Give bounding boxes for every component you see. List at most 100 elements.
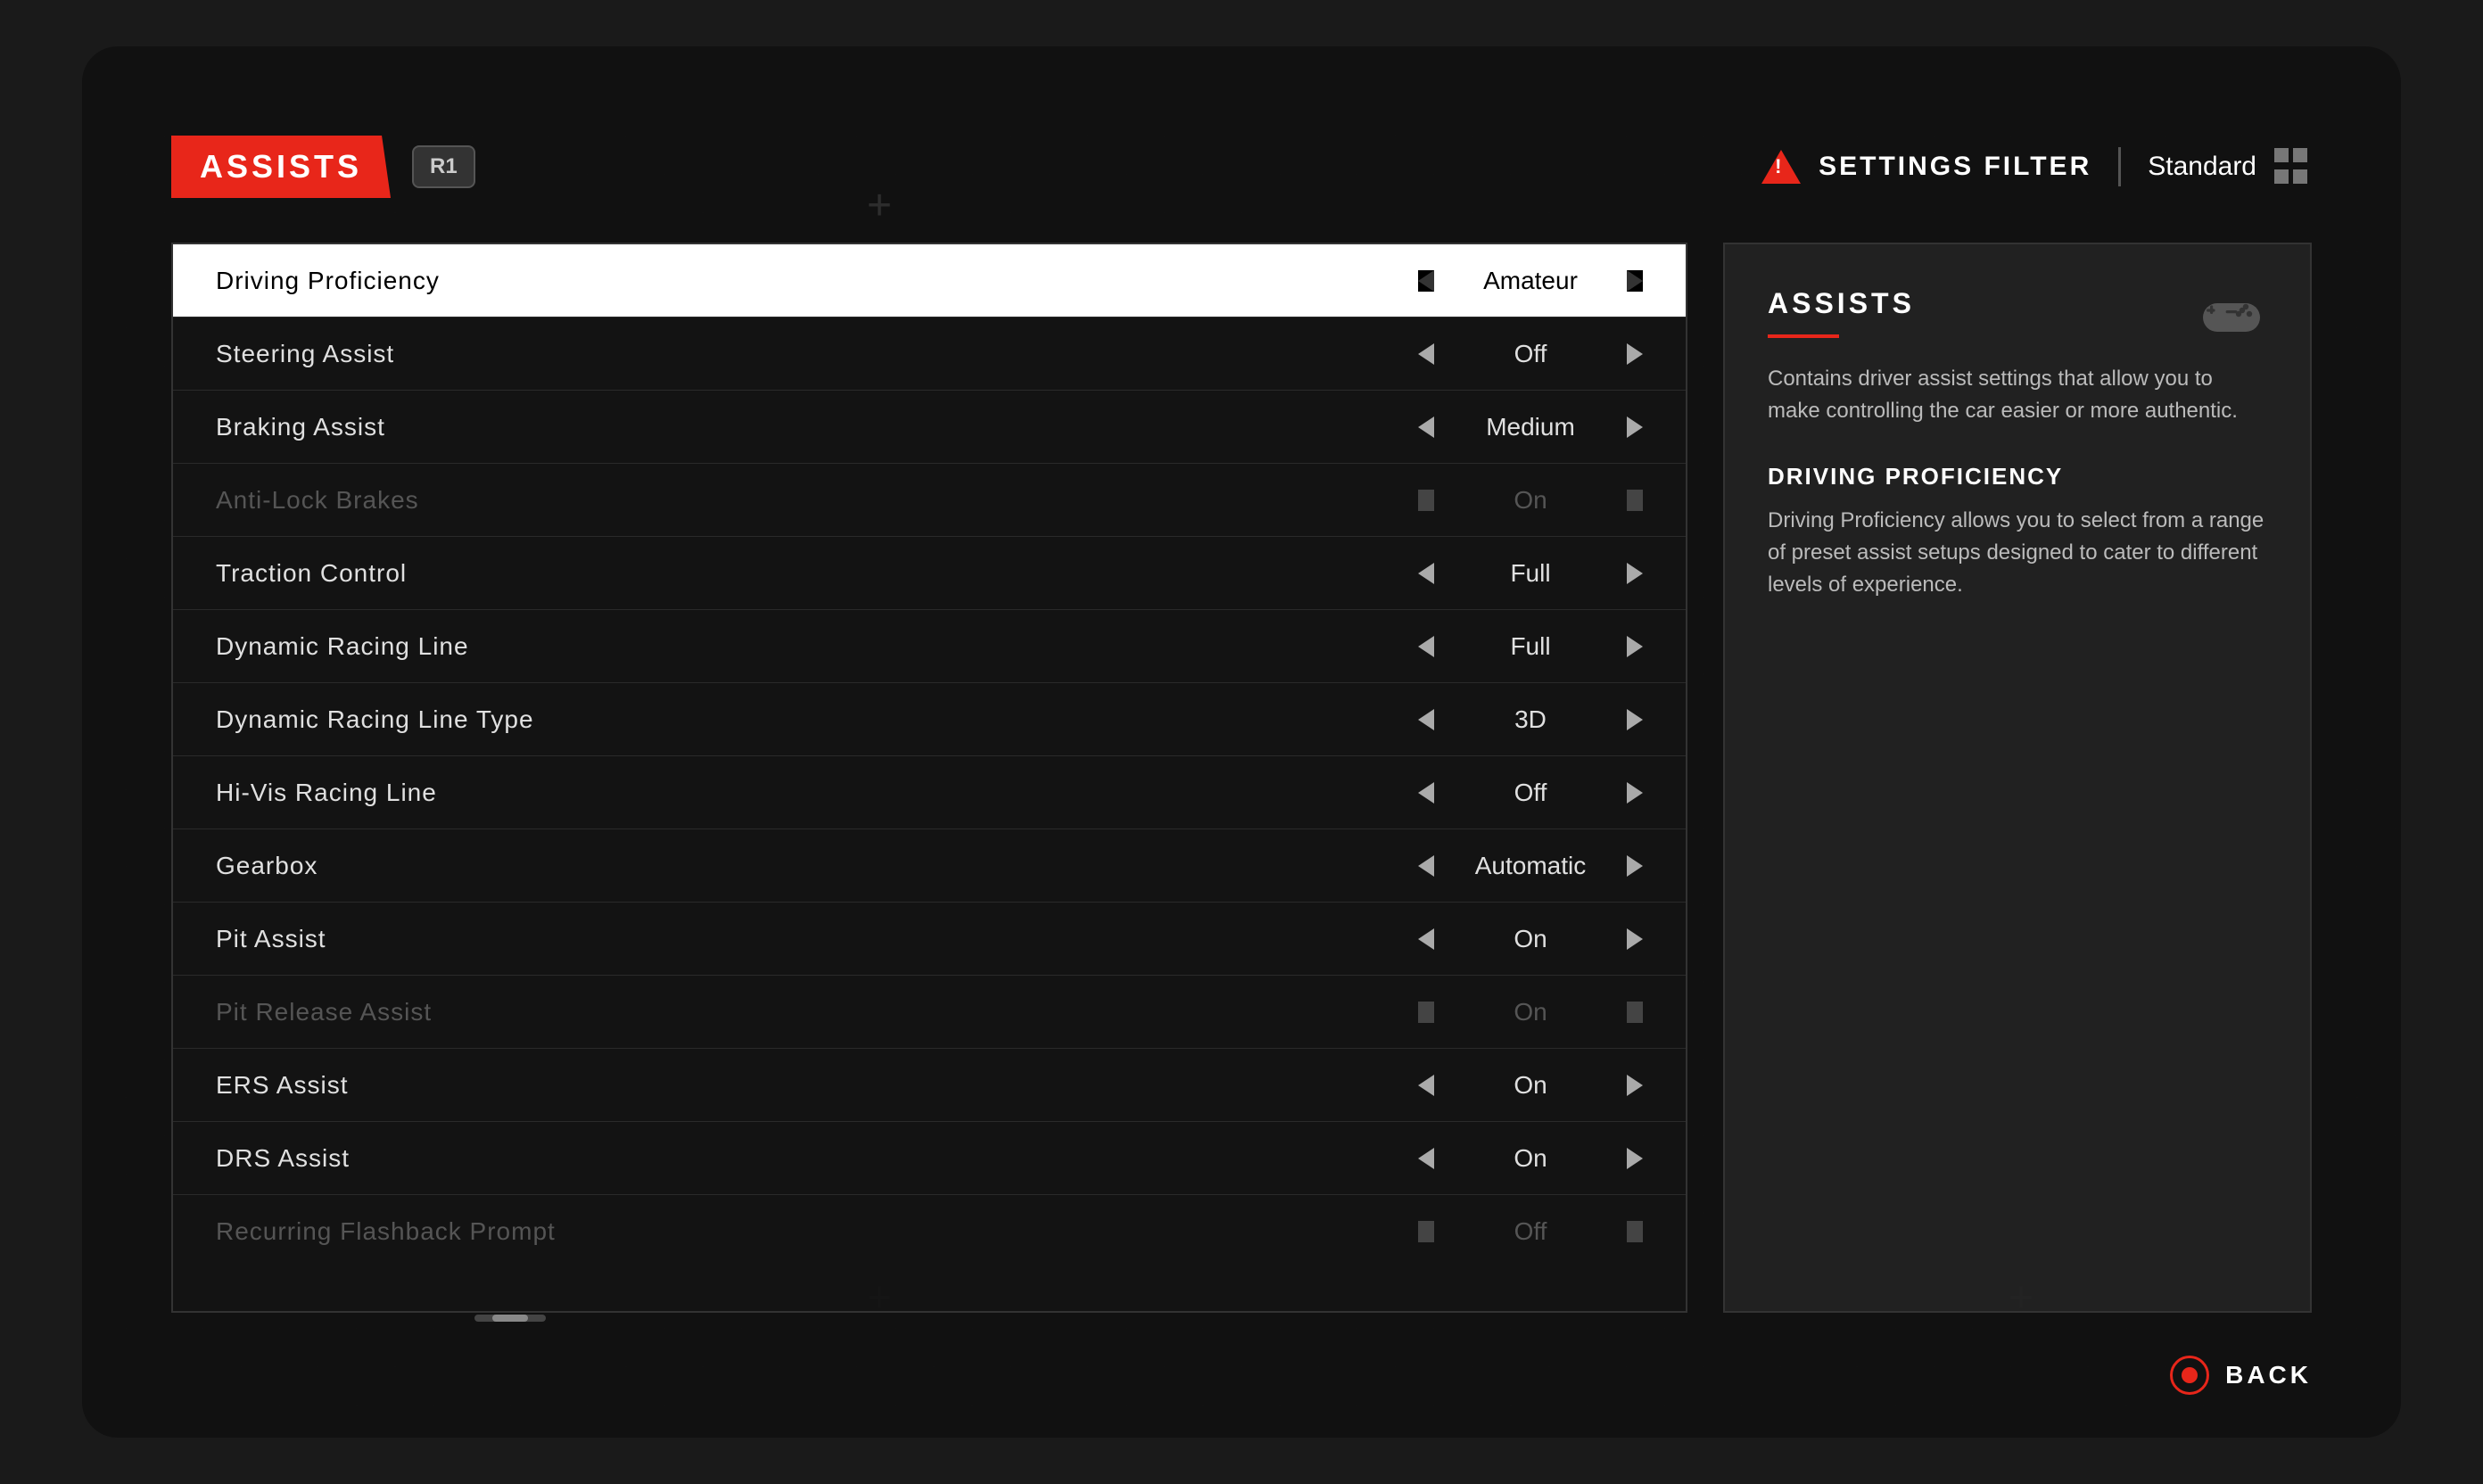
- arrow-right-icon: [1627, 343, 1643, 365]
- back-button-icon: [2170, 1356, 2209, 1395]
- row-value: Full: [1450, 632, 1611, 661]
- row-value: Amateur: [1450, 267, 1611, 295]
- row-label: Braking Assist: [216, 413, 385, 441]
- row-controls: Automatic: [1418, 852, 1643, 880]
- table-row[interactable]: Steering Assist Off: [173, 317, 1686, 391]
- row-controls: Amateur: [1418, 267, 1643, 295]
- arrow-left-icon: [1418, 1002, 1434, 1023]
- arrow-left-icon: [1418, 490, 1434, 511]
- header: ASSISTS R1 SETTINGS FILTER Standard: [171, 136, 2312, 198]
- table-row[interactable]: Driving Proficiency Amateur: [173, 244, 1686, 317]
- row-value: Off: [1450, 340, 1611, 368]
- table-row[interactable]: Hi-Vis Racing Line Off: [173, 756, 1686, 829]
- row-label: Driving Proficiency: [216, 267, 440, 295]
- back-button-label[interactable]: BACK: [2225, 1361, 2312, 1389]
- row-value: Medium: [1450, 413, 1611, 441]
- table-row[interactable]: ERS Assist On: [173, 1049, 1686, 1122]
- arrow-right-icon: [1627, 270, 1643, 292]
- row-controls: Off: [1418, 340, 1643, 368]
- table-row: Recurring Flashback Prompt Off: [173, 1195, 1686, 1268]
- settings-panel: Driving Proficiency Amateur Steering Ass…: [171, 243, 1687, 1313]
- row-controls: Full: [1418, 559, 1643, 588]
- arrow-right-icon: [1627, 636, 1643, 657]
- row-controls: On: [1418, 925, 1643, 953]
- table-row[interactable]: Pit Assist On: [173, 903, 1686, 976]
- settings-filter-value: Standard: [2148, 152, 2256, 182]
- table-row[interactable]: Dynamic Racing Line Type 3D: [173, 683, 1686, 756]
- row-value: On: [1450, 998, 1611, 1026]
- arrow-left-icon: [1418, 343, 1434, 365]
- info-header: ASSISTS Contains driver assist settings …: [1768, 287, 2267, 463]
- arrow-right-icon: [1627, 1075, 1643, 1096]
- footer: BACK: [2170, 1356, 2312, 1395]
- arrow-right-icon: [1627, 709, 1643, 730]
- info-panel-title: ASSISTS: [1768, 287, 2267, 320]
- arrow-left-icon: [1418, 1148, 1434, 1169]
- row-controls: Full: [1418, 632, 1643, 661]
- arrow-left-icon: [1418, 416, 1434, 438]
- arrow-right-icon: [1627, 490, 1643, 511]
- row-value: On: [1450, 1144, 1611, 1173]
- row-value: 3D: [1450, 705, 1611, 734]
- row-controls: Off: [1418, 1217, 1643, 1246]
- row-controls: On: [1418, 486, 1643, 515]
- info-panel: ASSISTS Contains driver assist settings …: [1723, 243, 2312, 1313]
- info-panel-desc: Contains driver assist settings that all…: [1768, 363, 2267, 427]
- row-label: Gearbox: [216, 852, 318, 880]
- row-value: Automatic: [1450, 852, 1611, 880]
- table-row: Pit Release Assist On: [173, 976, 1686, 1049]
- arrow-left-icon: [1418, 563, 1434, 584]
- row-label: Dynamic Racing Line Type: [216, 705, 534, 734]
- arrow-right-icon: [1627, 1148, 1643, 1169]
- row-label: DRS Assist: [216, 1144, 350, 1173]
- scroll-indicator-inner: [492, 1315, 528, 1322]
- row-value: Off: [1450, 779, 1611, 807]
- grid-icon: [2274, 148, 2312, 186]
- settings-filter-icon: [1761, 150, 1801, 184]
- arrow-right-icon: [1627, 928, 1643, 950]
- row-label: Recurring Flashback Prompt: [216, 1217, 556, 1246]
- info-sub-desc: Driving Proficiency allows you to select…: [1768, 505, 2267, 601]
- row-controls: On: [1418, 998, 1643, 1026]
- back-circle-inner: [2182, 1367, 2198, 1383]
- row-value: On: [1450, 486, 1611, 515]
- row-label: Traction Control: [216, 559, 407, 588]
- row-controls: Medium: [1418, 413, 1643, 441]
- arrow-right-icon: [1627, 855, 1643, 877]
- arrow-left-icon: [1418, 855, 1434, 877]
- row-controls: On: [1418, 1144, 1643, 1173]
- row-label: ERS Assist: [216, 1071, 348, 1100]
- title-container: ASSISTS R1: [171, 136, 475, 198]
- info-panel-underline: [1768, 334, 1839, 338]
- table-row[interactable]: Gearbox Automatic: [173, 829, 1686, 903]
- table-row[interactable]: Traction Control Full: [173, 537, 1686, 610]
- row-label: Pit Assist: [216, 925, 326, 953]
- main-content: Driving Proficiency Amateur Steering Ass…: [171, 243, 2312, 1313]
- row-value: Full: [1450, 559, 1611, 588]
- row-value: Off: [1450, 1217, 1611, 1246]
- table-row[interactable]: DRS Assist On: [173, 1122, 1686, 1195]
- arrow-left-icon: [1418, 270, 1434, 292]
- row-label: Dynamic Racing Line: [216, 632, 469, 661]
- table-row[interactable]: Dynamic Racing Line Full: [173, 610, 1686, 683]
- arrow-right-icon: [1627, 563, 1643, 584]
- info-sub-title: DRIVING PROFICIENCY: [1768, 463, 2267, 491]
- arrow-right-icon: [1627, 416, 1643, 438]
- row-label: Pit Release Assist: [216, 998, 432, 1026]
- arrow-left-icon: [1418, 709, 1434, 730]
- table-row[interactable]: Braking Assist Medium: [173, 391, 1686, 464]
- arrow-right-icon: [1627, 1221, 1643, 1242]
- settings-filter-area[interactable]: SETTINGS FILTER Standard: [1761, 147, 2312, 186]
- controller-icon: [2196, 287, 2267, 354]
- table-row: Anti-Lock Brakes On: [173, 464, 1686, 537]
- settings-filter-label: SETTINGS FILTER: [1819, 152, 2091, 182]
- arrow-left-icon: [1418, 928, 1434, 950]
- arrow-right-icon: [1627, 1002, 1643, 1023]
- assists-badge: ASSISTS: [171, 136, 391, 198]
- arrow-right-icon: [1627, 782, 1643, 804]
- row-controls: 3D: [1418, 705, 1643, 734]
- row-value: On: [1450, 925, 1611, 953]
- row-label: Hi-Vis Racing Line: [216, 779, 437, 807]
- row-label: Steering Assist: [216, 340, 394, 368]
- row-value: On: [1450, 1071, 1611, 1100]
